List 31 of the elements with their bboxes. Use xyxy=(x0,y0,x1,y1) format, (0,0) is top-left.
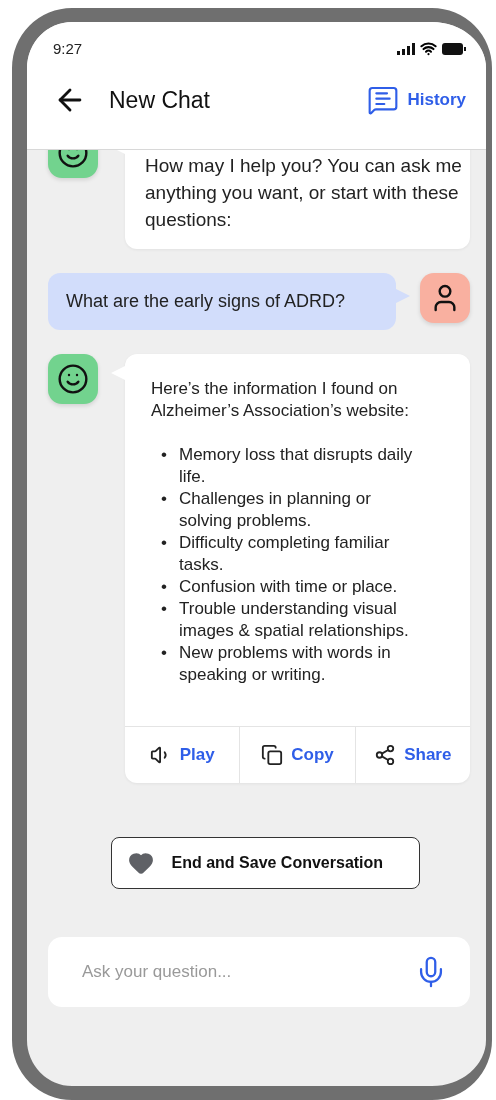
bullet-marker: • xyxy=(161,642,168,664)
history-button[interactable]: History xyxy=(367,84,466,116)
heart-icon xyxy=(127,850,154,876)
user-avatar xyxy=(420,273,470,323)
end-save-button[interactable]: End and Save Conversation xyxy=(110,837,420,889)
bullet-marker: • xyxy=(161,532,168,554)
bullet-text: Confusion with time or place. xyxy=(179,576,399,598)
copy-icon xyxy=(261,744,284,766)
battery-icon xyxy=(442,42,466,55)
bullet-marker: • xyxy=(161,444,168,466)
bullet-marker: • xyxy=(161,576,168,598)
message-lines-icon xyxy=(367,84,400,116)
share-icon xyxy=(374,744,397,766)
bullet-marker: • xyxy=(161,598,168,620)
bullet-text: New problems with words in speaking or writing. xyxy=(179,642,392,686)
bullet-text: Challenges in planning or solving problems. xyxy=(179,488,372,532)
message-text: How may I help you? You can ask me anything you want, or start with these questions: xyxy=(144,154,463,232)
bullet-text: Difficulty completing familiar tasks. xyxy=(179,532,391,576)
copy-button[interactable]: Copy xyxy=(239,727,355,783)
bullet-text: Trouble understanding visual images & spatial relationships. xyxy=(179,598,410,642)
status-time: 9:27 xyxy=(53,40,83,57)
bullet-marker: • xyxy=(161,488,168,510)
wifi-icon xyxy=(420,40,437,57)
signal-icon xyxy=(397,42,415,55)
message-text: Here’s the information I found on Alzheimer’s Association’s website: xyxy=(150,378,410,422)
bot-avatar xyxy=(48,354,98,404)
share-button[interactable]: Share xyxy=(354,727,470,783)
play-button[interactable]: Play xyxy=(125,727,240,783)
question-field[interactable]: Ask your question... xyxy=(80,961,414,983)
page-title: New Chat xyxy=(109,86,211,114)
bullet-text: Memory loss that disrupts daily life. xyxy=(179,444,414,488)
